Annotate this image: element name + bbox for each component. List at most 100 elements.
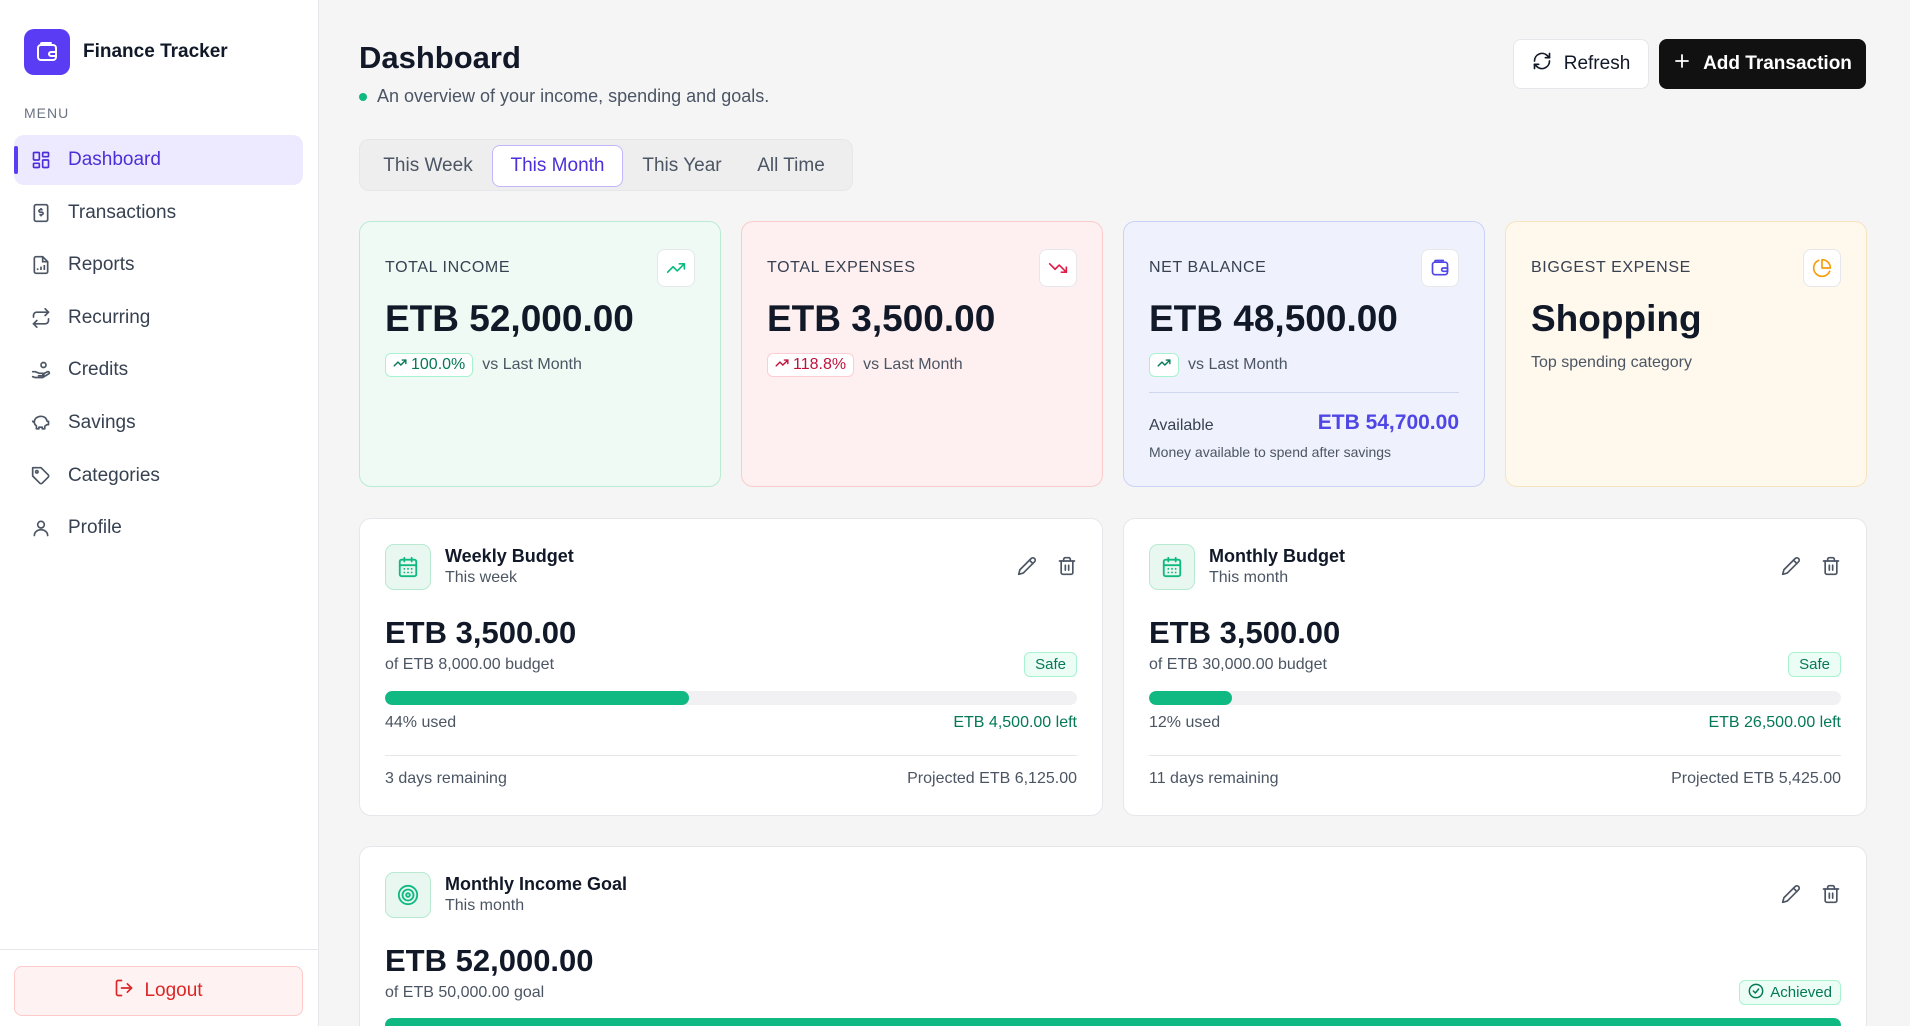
pie-chart-icon: [1803, 249, 1841, 287]
sidebar-item-label: Transactions: [68, 201, 177, 223]
sidebar-item-savings[interactable]: Savings: [14, 398, 303, 448]
card-title: Weekly Budget: [445, 546, 574, 566]
logout-button[interactable]: Logout: [14, 966, 303, 1016]
stat-delta: 118.8% vs Last Month: [767, 353, 963, 377]
stat-value: ETB 48,500.00: [1149, 298, 1398, 339]
total-income-card: TOTAL INCOME ETB 52,000.00 100.0% vs Las…: [359, 221, 721, 487]
tab-this-year[interactable]: This Year: [626, 145, 738, 187]
stat-value: ETB 52,000.00: [385, 298, 634, 339]
days-remaining: 3 days remaining: [385, 770, 507, 787]
divider: [1149, 392, 1459, 393]
piggy-bank-icon: [30, 412, 52, 434]
trending-up-icon: [1157, 356, 1171, 375]
progress-track: [385, 1018, 1841, 1026]
check-circle-icon: [1748, 983, 1764, 1003]
tab-this-week[interactable]: This Week: [366, 145, 490, 187]
sidebar-item-label: Profile: [68, 517, 122, 539]
delta-compare: vs Last Month: [1188, 356, 1288, 373]
hand-coins-icon: [30, 359, 52, 381]
progress-track: [1149, 691, 1841, 705]
sidebar-item-categories[interactable]: Categories: [14, 451, 303, 501]
receipt-icon: [30, 202, 52, 224]
monthly-budget-card: Monthly Budget This month ETB 3,500.00 o…: [1123, 518, 1867, 816]
net-balance-card: NET BALANCE ETB 48,500.00 vs Last Month …: [1123, 221, 1485, 487]
sidebar-divider: [0, 949, 319, 950]
card-actions: [1781, 884, 1841, 904]
delta-value: 100.0%: [411, 356, 466, 373]
goal-amount: ETB 52,000.00: [385, 943, 594, 978]
delta-badge: 118.8%: [767, 353, 855, 377]
status-dot: [359, 92, 367, 101]
calendar-icon: [385, 544, 431, 590]
delta-compare: vs Last Month: [482, 356, 582, 373]
report-icon: [30, 254, 52, 276]
sidebar-nav: Dashboard Transactions Reports Recurring…: [14, 135, 303, 556]
stat-delta: vs Last Month: [1149, 353, 1288, 377]
refresh-label: Refresh: [1563, 53, 1631, 74]
progress-fill: [385, 691, 690, 705]
delta-compare: vs Last Month: [863, 356, 963, 373]
add-transaction-label: Add Transaction: [1703, 53, 1852, 74]
sidebar-item-transactions[interactable]: Transactions: [14, 188, 303, 238]
sidebar-item-credits[interactable]: Credits: [14, 345, 303, 395]
tab-this-month[interactable]: This Month: [492, 145, 623, 187]
available-label: Available: [1149, 417, 1214, 434]
sidebar-item-label: Categories: [68, 464, 160, 486]
stat-label: BIGGEST EXPENSE: [1531, 259, 1691, 276]
used-percent: 12% used: [1149, 714, 1221, 731]
trash-icon[interactable]: [1821, 884, 1841, 904]
wallet-icon: [24, 29, 70, 75]
sidebar-item-label: Dashboard: [68, 149, 161, 170]
sidebar-item-recurring[interactable]: Recurring: [14, 293, 303, 343]
delta-badge: [1149, 353, 1179, 377]
target-icon: [385, 872, 431, 918]
divider: [1149, 755, 1841, 756]
edit-icon[interactable]: [1781, 884, 1801, 904]
card-actions: [1017, 556, 1077, 576]
tab-all-time[interactable]: All Time: [741, 145, 841, 187]
card-subtitle: This month: [445, 897, 525, 914]
add-transaction-button[interactable]: Add Transaction: [1659, 39, 1866, 89]
sidebar-item-label: Recurring: [68, 306, 151, 328]
sidebar-item-dashboard[interactable]: Dashboard: [14, 135, 303, 185]
income-goal-card: Monthly Income Goal This month ETB 52,00…: [359, 846, 1867, 1026]
sidebar-item-reports[interactable]: Reports: [14, 240, 303, 290]
calendar-icon: [1149, 544, 1195, 590]
amount-left: ETB 26,500.00 left: [1708, 714, 1841, 731]
period-tabs: This Week This Month This Year All Time: [359, 139, 853, 191]
trash-icon[interactable]: [1821, 556, 1841, 576]
available-value: ETB 54,700.00: [1317, 411, 1459, 434]
wallet-icon: [1421, 249, 1459, 287]
amount-left: ETB 4,500.00 left: [953, 714, 1077, 731]
stat-label: NET BALANCE: [1149, 259, 1267, 276]
page-subtitle: An overview of your income, spending and…: [359, 86, 769, 107]
budget-amount: ETB 3,500.00: [1149, 615, 1341, 650]
sidebar: Finance Tracker MENU Dashboard Transacti…: [0, 0, 319, 1026]
stat-delta: 100.0% vs Last Month: [385, 353, 582, 377]
status-badge: Safe: [1788, 652, 1841, 677]
menu-label: MENU: [24, 105, 70, 121]
brand[interactable]: Finance Tracker: [24, 29, 228, 75]
progress-track: [385, 691, 1077, 705]
refresh-button[interactable]: Refresh: [1513, 39, 1649, 89]
edit-icon[interactable]: [1017, 556, 1037, 576]
goal-total: of ETB 50,000.00 goal: [385, 984, 545, 1001]
budget-total: of ETB 30,000.00 budget: [1149, 656, 1327, 673]
trending-up-icon: [775, 356, 789, 375]
user-icon: [30, 517, 52, 539]
stat-note: Top spending category: [1531, 354, 1692, 371]
edit-icon[interactable]: [1781, 556, 1801, 576]
page-title: Dashboard: [359, 40, 521, 75]
card-title: Monthly Income Goal: [445, 874, 628, 894]
trash-icon[interactable]: [1057, 556, 1077, 576]
plus-icon: [1673, 52, 1691, 76]
logout-label: Logout: [144, 980, 203, 1001]
projected-amount: Projected ETB 6,125.00: [907, 770, 1077, 787]
progress-fill: [385, 1018, 1841, 1026]
status-label: Achieved: [1770, 984, 1832, 1001]
tag-icon: [30, 465, 52, 487]
grid-icon: [30, 149, 52, 171]
delta-badge: 100.0%: [385, 353, 474, 377]
sidebar-item-profile[interactable]: Profile: [14, 503, 303, 553]
divider: [385, 755, 1077, 756]
